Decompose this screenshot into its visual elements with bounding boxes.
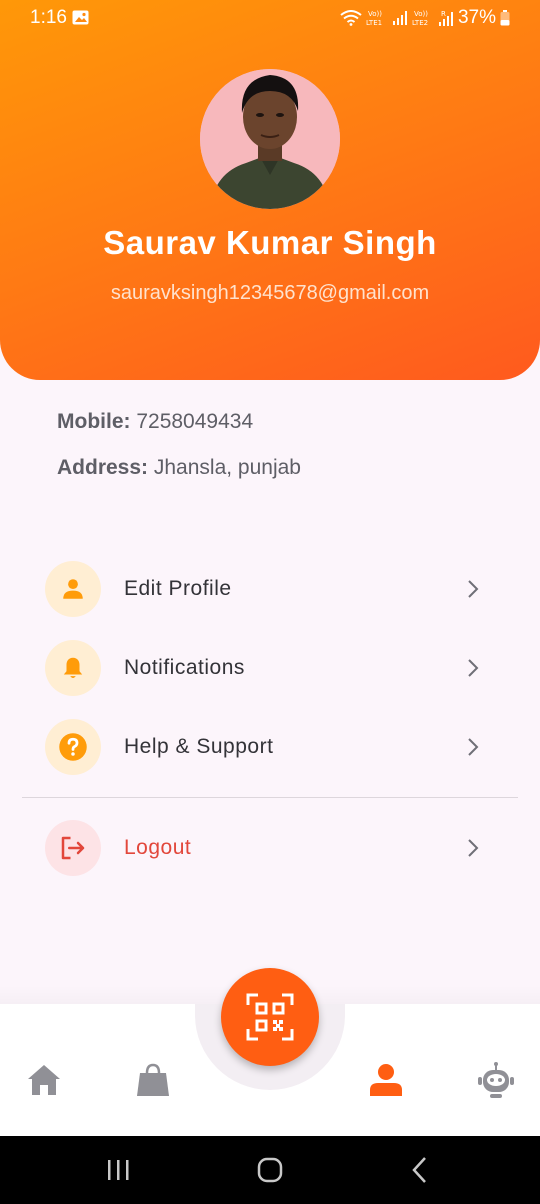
avatar[interactable] bbox=[200, 69, 340, 209]
qr-code-icon bbox=[246, 993, 294, 1041]
mobile-value: 7258049434 bbox=[136, 410, 254, 433]
mobile-row: Mobile: 7258049434 bbox=[57, 410, 253, 434]
address-value: Jhansla, punjab bbox=[153, 456, 301, 479]
home-icon bbox=[28, 1065, 60, 1095]
chevron-right-icon bbox=[468, 659, 479, 677]
recent-apps-icon[interactable] bbox=[102, 1154, 134, 1186]
profile-icon bbox=[370, 1064, 402, 1096]
person-icon bbox=[63, 579, 83, 599]
menu-item-notifications[interactable]: Notifications bbox=[45, 640, 485, 696]
signal-roaming-icon: R bbox=[438, 10, 453, 26]
avatar-photo bbox=[200, 69, 340, 209]
user-name: Saurav Kumar Singh bbox=[103, 224, 437, 261]
chevron-right-icon bbox=[468, 738, 479, 756]
menu-item-logout[interactable]: Logout bbox=[45, 820, 485, 876]
svg-text:LTE2: LTE2 bbox=[412, 19, 428, 27]
gallery-icon bbox=[72, 10, 89, 25]
help-icon-container bbox=[45, 719, 101, 775]
svg-text:LTE1: LTE1 bbox=[366, 19, 382, 27]
address-row: Address: Jhansla, punjab bbox=[57, 456, 301, 480]
menu-item-edit-profile[interactable]: Edit Profile bbox=[45, 561, 485, 617]
battery-icon bbox=[500, 10, 510, 26]
volte-lte2-icon: Vo)) LTE2 bbox=[412, 10, 428, 27]
qr-scan-button[interactable] bbox=[221, 968, 319, 1066]
shopping-bag-icon bbox=[137, 1063, 169, 1096]
menu-label-notifications: Notifications bbox=[124, 656, 245, 679]
person-icon-container bbox=[45, 561, 101, 617]
svg-text:R: R bbox=[441, 10, 446, 18]
status-time: 1:16 bbox=[30, 7, 67, 28]
menu-divider bbox=[22, 797, 518, 798]
logout-icon-container bbox=[45, 820, 101, 876]
chevron-right-icon bbox=[468, 839, 479, 857]
home-button-icon[interactable] bbox=[254, 1154, 286, 1186]
status-bar: 1:16 Vo)) LTE1 Vo)) LTE2 R 37% bbox=[0, 0, 540, 36]
battery-percentage: 37% bbox=[457, 7, 496, 28]
help-icon bbox=[59, 733, 87, 761]
mobile-label: Mobile: bbox=[57, 410, 131, 433]
nav-shop[interactable] bbox=[133, 1060, 173, 1100]
svg-text:Vo)): Vo)) bbox=[414, 10, 428, 18]
status-icons: Vo)) LTE1 Vo)) LTE2 R 37% bbox=[340, 7, 510, 29]
svg-text:Vo)): Vo)) bbox=[368, 10, 382, 18]
nav-profile[interactable] bbox=[366, 1060, 406, 1100]
user-email: sauravksingh12345678@gmail.com bbox=[110, 282, 430, 304]
wifi-icon bbox=[340, 10, 362, 26]
bot-icon bbox=[478, 1062, 514, 1098]
bell-icon-container bbox=[45, 640, 101, 696]
nav-home[interactable] bbox=[24, 1060, 64, 1100]
signal-icon bbox=[392, 11, 407, 25]
volte-lte1-icon: Vo)) LTE1 bbox=[366, 10, 382, 27]
back-icon[interactable] bbox=[405, 1154, 437, 1186]
bell-icon bbox=[63, 657, 83, 679]
address-label: Address: bbox=[57, 456, 149, 479]
menu-label-logout: Logout bbox=[124, 836, 192, 859]
chevron-right-icon bbox=[468, 580, 479, 598]
menu-label-help-support: Help & Support bbox=[124, 735, 274, 758]
logout-icon bbox=[61, 836, 85, 860]
nav-bot[interactable] bbox=[476, 1060, 516, 1100]
menu-label-edit-profile: Edit Profile bbox=[124, 577, 232, 600]
menu-item-help-support[interactable]: Help & Support bbox=[45, 719, 485, 775]
